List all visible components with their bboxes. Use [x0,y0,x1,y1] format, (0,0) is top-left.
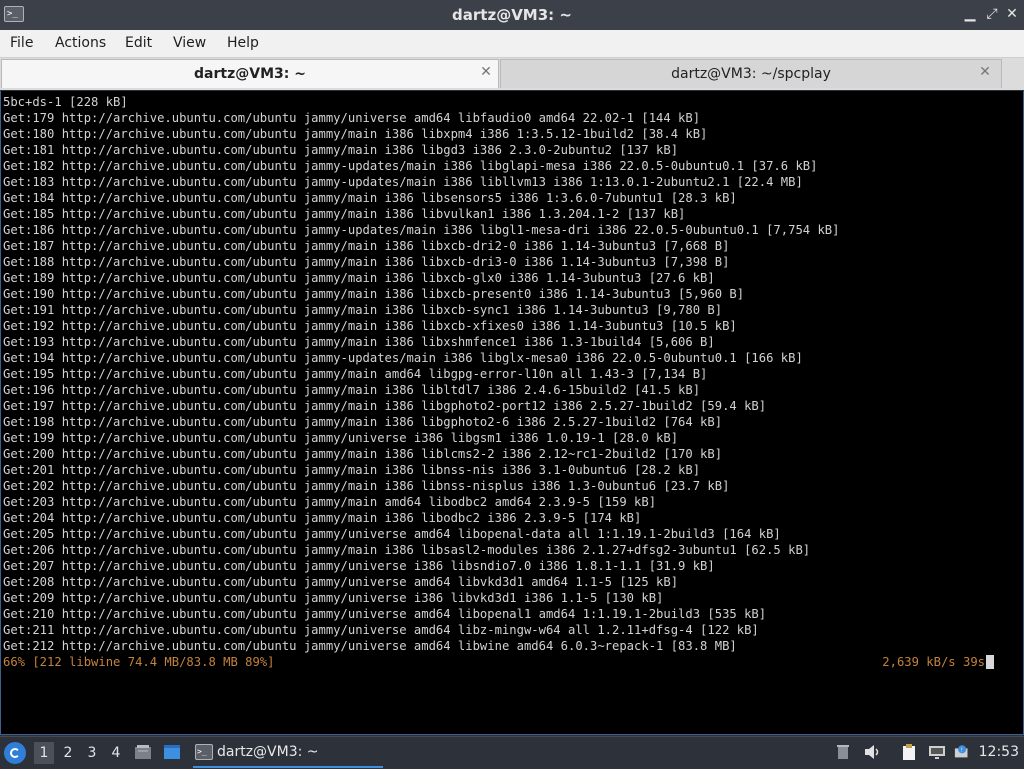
tab-home[interactable]: dartz@VM3: ~ ✕ [1,59,499,88]
terminal-line: Get:212 http://archive.ubuntu.com/ubuntu… [3,639,737,653]
terminal-line: Get:211 http://archive.ubuntu.com/ubuntu… [3,623,759,637]
tab-home-close-icon[interactable]: ✕ [479,65,493,79]
clock: 12:53 [978,744,1019,760]
terminal-line: Get:199 http://archive.ubuntu.com/ubuntu… [3,431,679,445]
terminal-line: Get:186 http://archive.ubuntu.com/ubuntu… [3,223,840,237]
terminal-line: Get:200 http://archive.ubuntu.com/ubuntu… [3,447,723,461]
terminal-line: Get:195 http://archive.ubuntu.com/ubuntu… [3,367,708,381]
terminal-line: 5bc+ds-1 [228 kB] [3,95,128,109]
maximize-button[interactable]: ⤢ [984,6,1000,22]
menu-actions[interactable]: Actions [55,35,106,51]
taskbar: 1 2 3 4 >_ dartz@VM3: ~ ! 12:53 [0,736,1024,769]
terminal-line: Get:201 http://archive.ubuntu.com/ubuntu… [3,463,701,477]
file-manager-icon[interactable] [134,744,152,760]
display-icon[interactable] [928,743,946,761]
terminal-task-icon: >_ [195,744,213,760]
terminal-line: Get:194 http://archive.ubuntu.com/ubuntu… [3,351,803,365]
tab-home-label: dartz@VM3: ~ [194,66,306,82]
network-icon[interactable]: ! [954,743,972,761]
terminal-line: Get:181 http://archive.ubuntu.com/ubuntu… [3,143,679,157]
volume-icon[interactable] [863,743,881,761]
menu-bar: File Actions Edit View Help [0,30,1024,58]
tab-spcplay-label: dartz@VM3: ~/spcplay [671,66,831,82]
terminal-line: Get:204 http://archive.ubuntu.com/ubuntu… [3,511,642,525]
taskbar-terminal-task[interactable]: >_ dartz@VM3: ~ [193,739,383,768]
tab-spcplay[interactable]: dartz@VM3: ~/spcplay ✕ [500,59,1002,88]
terminal-line: Get:206 http://archive.ubuntu.com/ubuntu… [3,543,811,557]
download-speed-eta: 2,639 kB/s 39s [882,655,985,669]
menu-file[interactable]: File [10,35,33,51]
svg-text:!: ! [961,748,963,754]
workspace-3[interactable]: 3 [82,742,102,764]
terminal-line: Get:184 http://archive.ubuntu.com/ubuntu… [3,191,737,205]
terminal-line: Get:183 http://archive.ubuntu.com/ubuntu… [3,175,803,189]
close-button[interactable]: ✕ [1004,6,1020,22]
trash-icon[interactable] [834,743,852,761]
show-desktop-icon[interactable] [163,744,181,760]
terminal-cursor [986,655,994,669]
terminal-line: Get:197 http://archive.ubuntu.com/ubuntu… [3,399,767,413]
terminal-line: Get:198 http://archive.ubuntu.com/ubuntu… [3,415,723,429]
tab-spcplay-close-icon[interactable]: ✕ [978,65,992,79]
minimize-button[interactable]: ▁ [962,6,978,22]
terminal-line: Get:210 http://archive.ubuntu.com/ubuntu… [3,607,767,621]
menu-help[interactable]: Help [227,35,259,51]
terminal-line: Get:189 http://archive.ubuntu.com/ubuntu… [3,271,715,285]
window-title: dartz@VM3: ~ [452,6,572,24]
taskbar-task-label: dartz@VM3: ~ [217,744,319,760]
start-menu-icon[interactable] [4,742,26,764]
terminal-line: Get:205 http://archive.ubuntu.com/ubuntu… [3,527,781,541]
workspace-2[interactable]: 2 [58,742,78,764]
download-progress: 66% [212 libwine 74.4 MB/83.8 MB 89%] [3,655,275,669]
terminal-line: Get:188 http://archive.ubuntu.com/ubuntu… [3,255,730,269]
terminal-line: Get:182 http://archive.ubuntu.com/ubuntu… [3,159,818,173]
terminal-line: Get:179 http://archive.ubuntu.com/ubuntu… [3,111,701,125]
terminal-line: Get:203 http://archive.ubuntu.com/ubuntu… [3,495,657,509]
terminal-line: Get:187 http://archive.ubuntu.com/ubuntu… [3,239,730,253]
terminal-line: Get:191 http://archive.ubuntu.com/ubuntu… [3,303,723,317]
terminal-line: Get:185 http://archive.ubuntu.com/ubuntu… [3,207,686,221]
workspace-4[interactable]: 4 [106,742,126,764]
menu-view[interactable]: View [173,35,206,51]
window-titlebar[interactable]: >_ dartz@VM3: ~ ▁ ⤢ ✕ [0,0,1024,30]
terminal-line: Get:180 http://archive.ubuntu.com/ubuntu… [3,127,708,141]
menu-edit[interactable]: Edit [125,35,152,51]
terminal-line: Get:208 http://archive.ubuntu.com/ubuntu… [3,575,679,589]
terminal-line: Get:192 http://archive.ubuntu.com/ubuntu… [3,319,737,333]
terminal-lines: 5bc+ds-1 [228 kB] Get:179 http://archive.… [3,94,839,654]
terminal-line: Get:209 http://archive.ubuntu.com/ubuntu… [3,591,664,605]
tab-bar: dartz@VM3: ~ ✕ dartz@VM3: ~/spcplay ✕ [0,58,1024,90]
terminal-line: Get:207 http://archive.ubuntu.com/ubuntu… [3,559,715,573]
terminal-line: Get:193 http://archive.ubuntu.com/ubuntu… [3,335,715,349]
terminal-line: Get:202 http://archive.ubuntu.com/ubuntu… [3,479,730,493]
terminal-line: Get:196 http://archive.ubuntu.com/ubuntu… [3,383,701,397]
terminal-output[interactable]: 5bc+ds-1 [228 kB] Get:179 http://archive.… [0,91,1024,735]
workspace-1[interactable]: 1 [34,742,54,764]
terminal-line: Get:190 http://archive.ubuntu.com/ubuntu… [3,287,745,301]
clipboard-icon[interactable] [900,743,918,761]
